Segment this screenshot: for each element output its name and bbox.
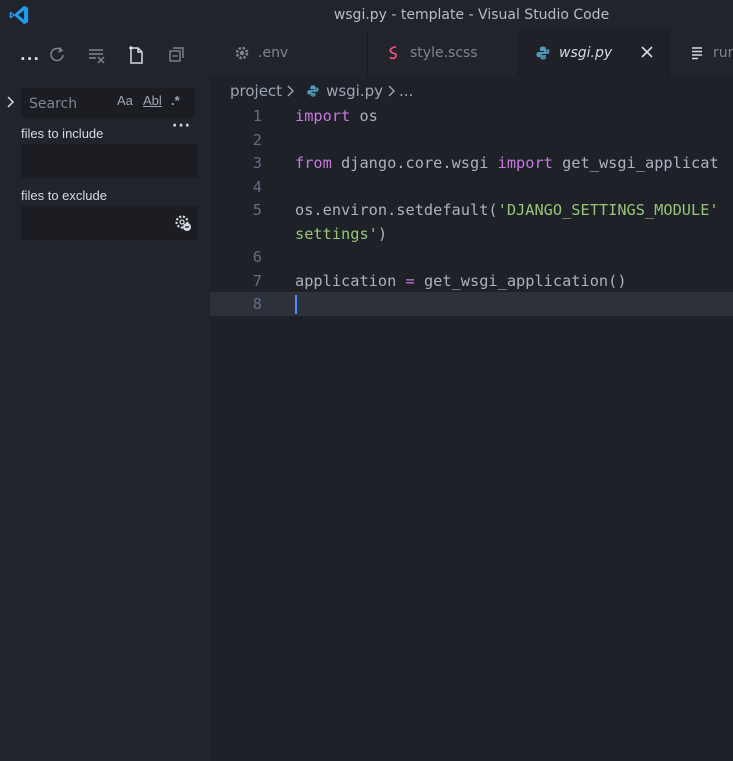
code-line[interactable]: 1 import os (210, 104, 733, 128)
code-text: os.environ.setdefault('DJANGO_SETTINGS_M… (295, 198, 719, 222)
chevron-right-icon (388, 85, 396, 97)
code-token: application (295, 271, 406, 290)
code-token: settings' (295, 224, 378, 243)
tab-run[interactable]: run (669, 30, 733, 76)
tab-env[interactable]: .env (210, 30, 368, 76)
breadcrumb: project wsgi.py ... (210, 76, 733, 106)
more-actions-button[interactable]: ... (20, 46, 40, 64)
code-line[interactable]: 4 (210, 175, 733, 199)
search-toolbar: ... (0, 40, 210, 72)
code-line[interactable]: 6 (210, 245, 733, 269)
line-number: 2 (252, 130, 262, 149)
code-token: import (295, 107, 351, 125)
regex-toggle[interactable]: .* (171, 93, 180, 108)
line-number: 4 (252, 177, 262, 196)
search-box: Aa Abl .* (21, 88, 195, 120)
code-token: os.environ.setdefault( (295, 201, 498, 219)
tab-label: .env (258, 45, 289, 61)
code-line[interactable]: 2 (210, 128, 733, 152)
files-to-include-label: files to include (21, 126, 104, 141)
code-token: import (497, 154, 553, 172)
chevron-right-icon[interactable] (3, 94, 17, 110)
code-token: from (295, 154, 332, 172)
breadcrumb-folder[interactable]: project (230, 82, 282, 100)
toggle-search-details-button[interactable]: ··· (172, 118, 191, 134)
window-title: wsgi.py - template - Visual Studio Code (333, 7, 610, 23)
code-token: = (405, 271, 415, 290)
editor-tabs: .env style.scss wsgi.py run (210, 30, 733, 76)
close-icon[interactable] (638, 43, 656, 61)
match-case-toggle[interactable]: Aa (117, 93, 133, 108)
text-file-icon (692, 47, 702, 60)
title-bar: wsgi.py - template - Visual Studio Code (0, 0, 733, 30)
code-token: get_wsgi_application() (414, 271, 627, 290)
code-token: 'DJANGO_SETTINGS_MODULE' (497, 201, 719, 219)
line-number: 1 (252, 107, 262, 125)
clear-results-icon[interactable] (86, 44, 108, 66)
code-line[interactable]: settings') (210, 222, 733, 246)
code-line[interactable]: 3 from django.core.wsgi import get_wsgi_a… (210, 151, 733, 175)
line-number: 6 (252, 248, 262, 266)
code-text: import os (295, 104, 378, 128)
code-line[interactable]: 7 application = get_wsgi_application() (210, 269, 733, 293)
code-token: django.core.wsgi (331, 154, 498, 172)
files-to-include-input[interactable] (21, 144, 198, 178)
tab-style-scss[interactable]: style.scss (368, 30, 519, 76)
code-text: from django.core.wsgi import get_wsgi_ap… (295, 151, 719, 175)
line-number: 8 (252, 295, 262, 313)
code-line[interactable]: 8 (210, 292, 733, 316)
python-icon (536, 46, 550, 60)
files-to-exclude-label: files to exclude (21, 188, 107, 203)
tab-label: run (713, 45, 733, 61)
search-input[interactable] (27, 88, 117, 120)
line-number: 7 (252, 271, 262, 290)
line-number: 5 (252, 201, 262, 219)
code-line[interactable]: 5 os.environ.setdefault('DJANGO_SETTINGS_… (210, 198, 733, 222)
tab-wsgi-py[interactable]: wsgi.py (519, 30, 669, 76)
match-whole-word-toggle[interactable]: Abl (143, 93, 162, 108)
tab-label: wsgi.py (559, 45, 613, 61)
use-exclude-settings-icon[interactable] (173, 213, 193, 233)
line-number: 3 (252, 154, 262, 172)
text-cursor (295, 295, 297, 314)
code-token: ) (377, 224, 388, 243)
tab-label: style.scss (410, 45, 478, 61)
collapse-all-icon[interactable] (166, 44, 188, 66)
breadcrumb-file[interactable]: wsgi.py (326, 82, 383, 100)
code-text: settings') (295, 222, 387, 246)
files-to-exclude-input[interactable] (21, 206, 198, 240)
sass-icon (389, 46, 397, 60)
breadcrumb-symbols[interactable]: ... (399, 82, 413, 100)
code-token: get_wsgi_applicat (552, 154, 719, 172)
code-editor[interactable]: 1 import os 2 3 from django.core.wsgi import… (210, 104, 733, 761)
search-sidebar: ... Aa Abl .* ··· file (0, 30, 210, 761)
search-row: Aa Abl .* (0, 88, 210, 120)
new-search-editor-icon[interactable] (126, 44, 148, 66)
code-text: application = get_wsgi_application() (295, 269, 627, 293)
code-token: os (350, 107, 378, 125)
gear-icon (235, 46, 249, 60)
chevron-right-icon (287, 85, 295, 97)
refresh-icon[interactable] (46, 44, 68, 66)
python-icon (307, 85, 319, 97)
